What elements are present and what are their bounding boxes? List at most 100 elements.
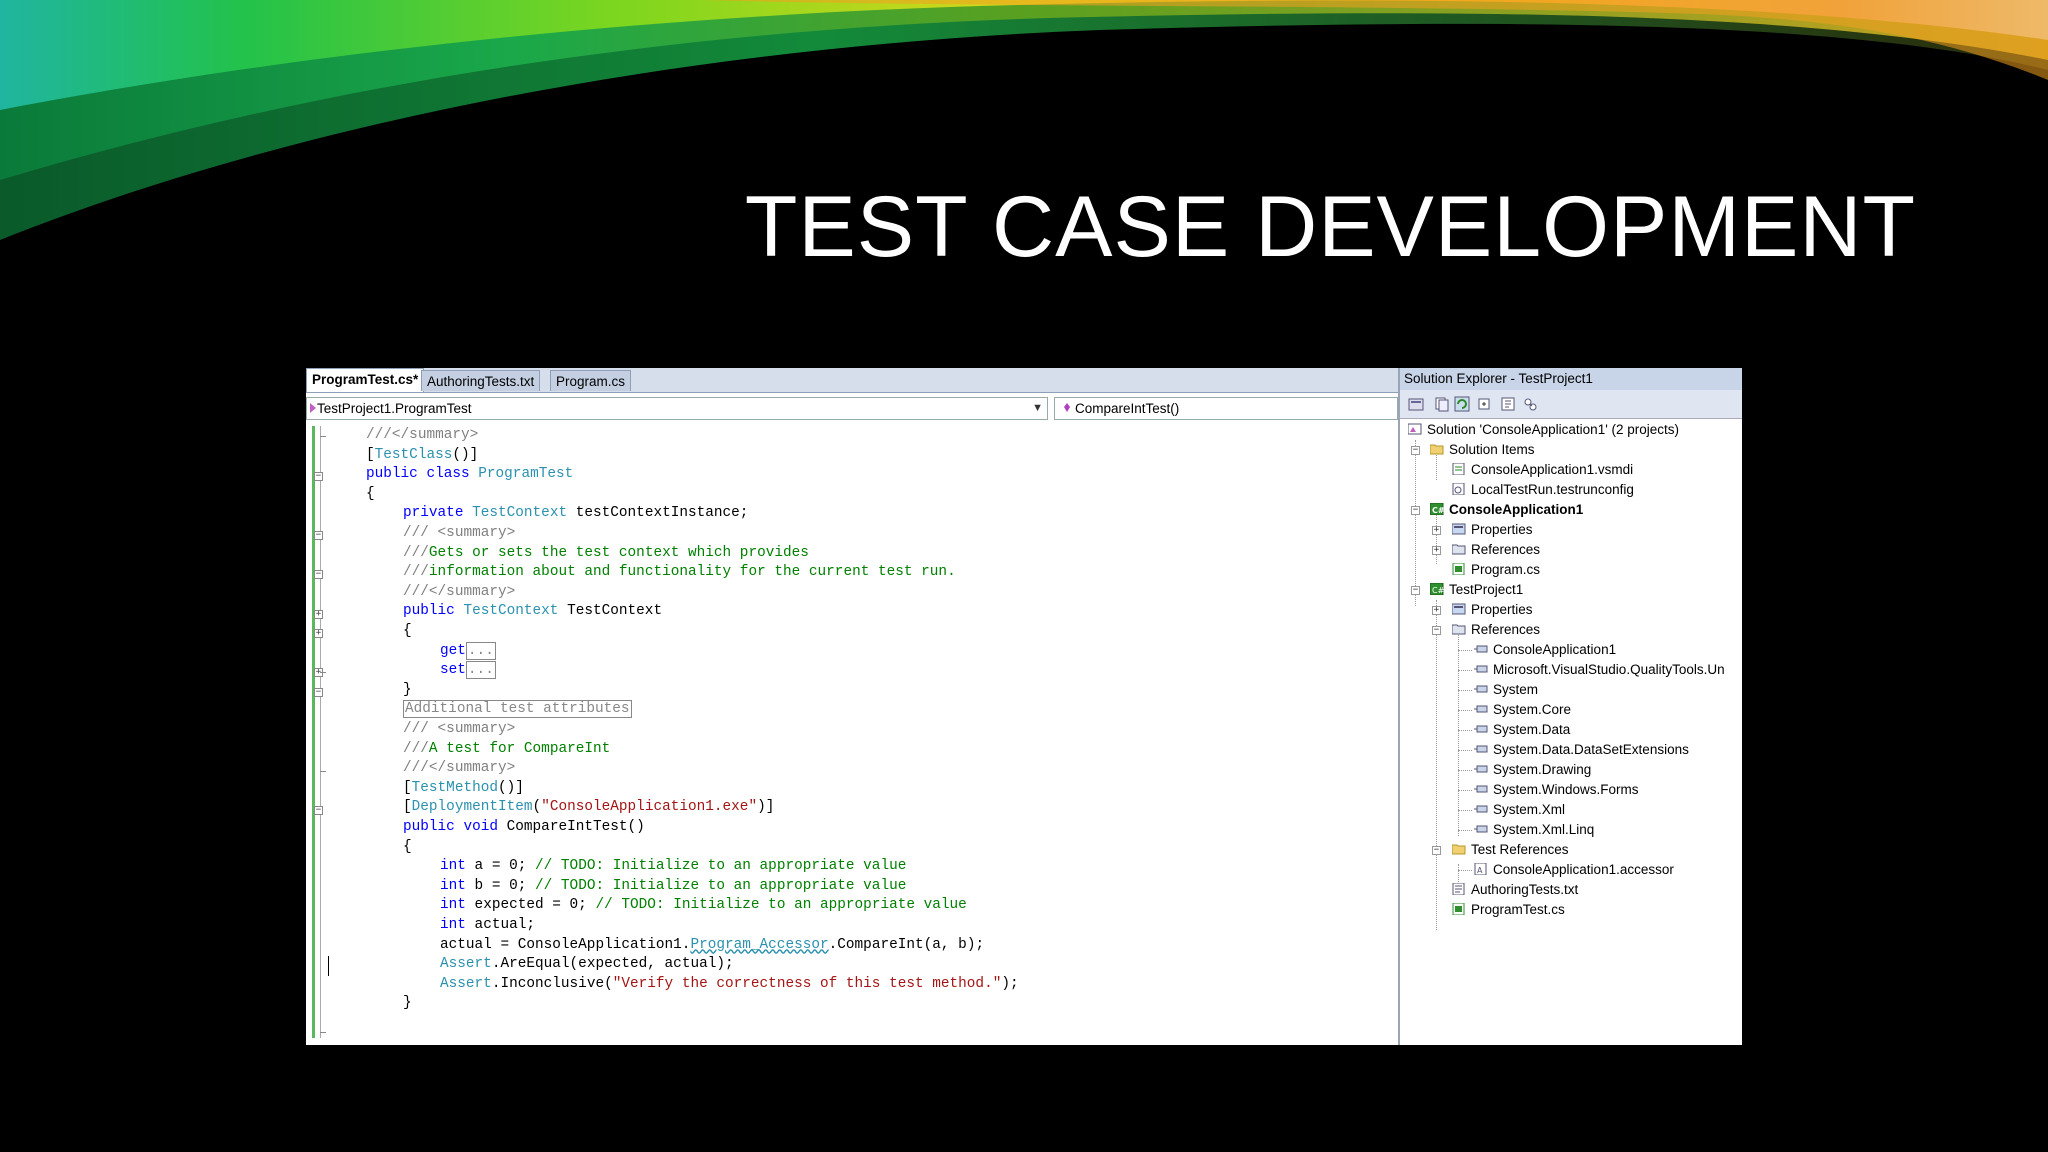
code-line: ///information about and functionality f… bbox=[403, 564, 956, 581]
collapsed-block[interactable]: ... bbox=[465, 661, 496, 680]
collapse-summary-icon[interactable]: − bbox=[314, 688, 323, 697]
expand-get-icon[interactable]: + bbox=[314, 610, 323, 619]
tree-item-test-references[interactable]: Test References bbox=[1452, 840, 1569, 860]
tree-line bbox=[1458, 710, 1472, 711]
view-code-icon[interactable] bbox=[1476, 396, 1492, 412]
expand-icon[interactable]: + bbox=[1432, 546, 1441, 555]
outline-tick bbox=[320, 1032, 326, 1033]
code-line: { bbox=[403, 623, 412, 639]
tree-item-file[interactable]: LocalTestRun.testrunconfig bbox=[1452, 480, 1634, 500]
tree-item-reference[interactable]: System bbox=[1474, 680, 1538, 700]
collapse-icon[interactable]: − bbox=[1411, 506, 1420, 515]
tree-line bbox=[1415, 440, 1416, 606]
tree-item-solution-items[interactable]: Solution Items bbox=[1430, 440, 1535, 460]
outlining-line bbox=[320, 426, 321, 1038]
code-line: int expected = 0; // TODO: Initialize to… bbox=[440, 897, 967, 914]
collapse-method-icon[interactable]: − bbox=[314, 806, 323, 815]
tree-item-reference[interactable]: System.Xml bbox=[1474, 800, 1565, 820]
tree-item-references[interactable]: References bbox=[1452, 540, 1540, 560]
tree-line bbox=[1458, 630, 1459, 836]
tree-item-solution[interactable]: Solution 'ConsoleApplication1' (2 projec… bbox=[1408, 420, 1679, 440]
visual-studio-screenshot: ProgramTest.cs* AuthoringTests.txt Progr… bbox=[306, 368, 1742, 1045]
collapsed-block[interactable]: ... bbox=[465, 641, 496, 660]
collapse-summary-icon[interactable]: − bbox=[314, 531, 323, 540]
tree-line bbox=[1436, 600, 1437, 930]
document-tabs: ProgramTest.cs* AuthoringTests.txt Progr… bbox=[306, 368, 1398, 393]
member-dropdown[interactable]: CompareIntTest() bbox=[1054, 397, 1398, 420]
tree-line bbox=[1458, 870, 1472, 871]
tree-item-file[interactable]: ConsoleApplication1.vsmdi bbox=[1452, 460, 1633, 480]
method-icon bbox=[1064, 403, 1070, 412]
outline-tick bbox=[320, 436, 326, 437]
tree-item-properties[interactable]: Properties bbox=[1452, 600, 1533, 620]
svg-text:A: A bbox=[1477, 866, 1483, 875]
collapsed-region[interactable]: Additional test attributes bbox=[403, 700, 632, 719]
properties-icon[interactable] bbox=[1408, 396, 1424, 412]
tree-item-file[interactable]: A ConsoleApplication1.accessor bbox=[1474, 860, 1674, 880]
class-dropdown[interactable]: TestProject1.ProgramTest ▼ bbox=[306, 397, 1048, 420]
tree-line bbox=[1458, 750, 1472, 751]
accessor-file-icon: A bbox=[1474, 863, 1487, 875]
tree-item-references[interactable]: References bbox=[1452, 620, 1540, 640]
references-folder-icon bbox=[1452, 624, 1466, 635]
tree-item-file[interactable]: ProgramTest.cs bbox=[1452, 900, 1565, 920]
tree-item-reference[interactable]: System.Data bbox=[1474, 720, 1570, 740]
reference-icon bbox=[1474, 805, 1488, 813]
tree-item-file[interactable]: Program.cs bbox=[1452, 560, 1540, 580]
tree-line bbox=[1458, 690, 1472, 691]
tree-item-reference[interactable]: System.Data.DataSetExtensions bbox=[1474, 740, 1689, 760]
tab-program-cs[interactable]: Program.cs bbox=[550, 370, 632, 391]
tree-item-reference[interactable]: System.Xml.Linq bbox=[1474, 820, 1594, 840]
csharp-project-icon: C# bbox=[1430, 583, 1444, 595]
csharp-file-icon bbox=[1452, 903, 1465, 915]
config-file-icon bbox=[1452, 483, 1465, 495]
code-line: int actual; bbox=[440, 917, 536, 933]
class-diagram-icon[interactable] bbox=[1522, 396, 1538, 412]
refresh-icon[interactable] bbox=[1454, 396, 1470, 412]
expand-icon[interactable]: + bbox=[1432, 526, 1441, 535]
tree-item-properties[interactable]: Properties bbox=[1452, 520, 1533, 540]
collapse-icon[interactable]: − bbox=[1432, 626, 1441, 635]
code-line: ///Gets or sets the test context which p… bbox=[403, 544, 809, 561]
test-list-icon bbox=[1452, 463, 1465, 475]
tree-item-reference[interactable]: System.Core bbox=[1474, 700, 1571, 720]
code-line: } bbox=[403, 681, 412, 698]
reference-icon bbox=[1474, 705, 1488, 713]
collapse-icon[interactable]: − bbox=[1432, 846, 1441, 855]
solution-explorer-title: Solution Explorer - TestProject1 bbox=[1400, 368, 1742, 390]
tab-authoringtests-txt[interactable]: AuthoringTests.txt bbox=[421, 370, 541, 391]
tree-line bbox=[1458, 650, 1472, 651]
code-line: Assert.AreEqual(expected, actual); bbox=[440, 956, 734, 973]
collapse-property-icon[interactable]: − bbox=[314, 570, 323, 579]
collapse-icon[interactable]: − bbox=[1411, 446, 1420, 455]
reference-icon bbox=[1474, 745, 1488, 753]
tree-item-project[interactable]: C# TestProject1 bbox=[1430, 580, 1523, 600]
collapse-icon[interactable]: − bbox=[1411, 586, 1420, 595]
tree-line bbox=[1458, 830, 1472, 831]
expand-icon[interactable]: + bbox=[1432, 606, 1441, 615]
tree-item-reference[interactable]: System.Drawing bbox=[1474, 760, 1591, 780]
code-line: public TestContext TestContext bbox=[403, 603, 663, 620]
reference-icon bbox=[1474, 765, 1488, 773]
expand-set-icon[interactable]: + bbox=[314, 629, 323, 638]
show-all-files-icon[interactable] bbox=[1434, 396, 1450, 412]
code-line: } bbox=[403, 995, 412, 1012]
tree-item-reference[interactable]: Microsoft.VisualStudio.QualityTools.Un bbox=[1474, 660, 1725, 680]
folder-icon bbox=[1430, 444, 1444, 455]
code-line: [TestMethod()] bbox=[403, 779, 524, 796]
text-file-icon bbox=[1452, 883, 1465, 895]
tree-item-reference[interactable]: ConsoleApplication1 bbox=[1474, 640, 1616, 660]
collapse-class-icon[interactable]: − bbox=[314, 472, 323, 481]
outline-tick bbox=[320, 672, 326, 673]
tree-item-project[interactable]: C# ConsoleApplication1 bbox=[1430, 500, 1583, 520]
svg-text:C#: C# bbox=[1432, 586, 1444, 595]
view-designer-icon[interactable] bbox=[1500, 396, 1516, 412]
tree-item-reference[interactable]: System.Windows.Forms bbox=[1474, 780, 1639, 800]
code-text-area[interactable]: − − − + + + − − ///</summary> [TestClass… bbox=[306, 426, 1398, 1045]
code-line: int a = 0; // TODO: Initialize to an app… bbox=[440, 858, 907, 875]
tree-item-file[interactable]: AuthoringTests.txt bbox=[1452, 880, 1578, 900]
csharp-project-icon: C# bbox=[1430, 503, 1444, 515]
tab-programtest-cs[interactable]: ProgramTest.cs* bbox=[306, 368, 425, 392]
properties-folder-icon bbox=[1452, 523, 1466, 535]
reference-icon bbox=[1474, 645, 1488, 653]
